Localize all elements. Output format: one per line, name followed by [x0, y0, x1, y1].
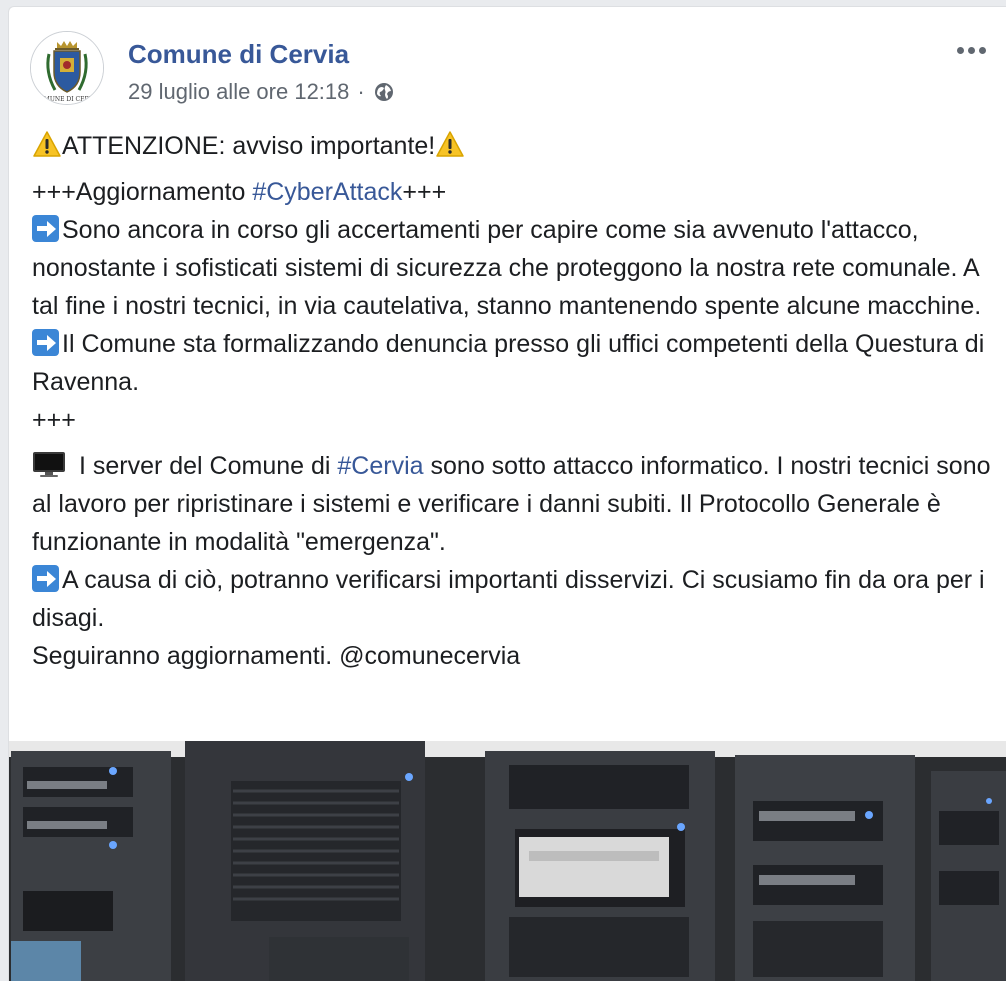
- right-arrow-emoji-icon: [32, 215, 59, 242]
- more-dot: [967, 46, 975, 54]
- hashtag-cervia-link[interactable]: #Cervia: [337, 452, 423, 480]
- right-arrow-emoji-icon: [32, 329, 59, 356]
- title-line: ATTENZIONE: avviso importante!: [32, 127, 992, 165]
- meta-separator: ·: [357, 79, 365, 104]
- paragraph-1: Sono ancora in corso gli accertamenti pe…: [32, 211, 992, 325]
- server-rack-image: [9, 741, 1006, 981]
- post-photo[interactable]: [9, 741, 1006, 981]
- more-dot: [956, 46, 964, 54]
- paragraph-1-text: Sono ancora in corso gli accertamenti pe…: [32, 216, 982, 320]
- avatar[interactable]: COMUNE DI CERVIA: [30, 31, 104, 105]
- right-arrow-emoji-icon: [32, 565, 59, 592]
- hashtag-cyberattack-link[interactable]: #CyberAttack: [252, 178, 402, 206]
- page-name-link[interactable]: Comune di Cervia: [128, 39, 349, 70]
- desktop-computer-emoji-icon: [33, 452, 65, 477]
- post-text: ATTENZIONE: avviso importante! +++Aggior…: [32, 127, 992, 675]
- coat-of-arms-logo: COMUNE DI CERVIA: [31, 32, 103, 104]
- paragraph-2: Il Comune sta formalizzando denuncia pre…: [32, 325, 992, 401]
- end-marker: +++: [32, 406, 76, 434]
- warning-emoji-icon: [33, 131, 61, 157]
- post-card: COMUNE DI CERVIA Comune di Cervia 29 lug…: [8, 6, 1006, 981]
- paragraph-4-text: A causa di ciò, potranno verificarsi imp…: [32, 566, 985, 632]
- warning-emoji-icon: [436, 131, 464, 157]
- globe-icon[interactable]: [373, 81, 395, 103]
- update-suffix: +++: [402, 178, 447, 206]
- paragraph-5: Seguiranno aggiornamenti. @comunecervia: [32, 642, 521, 670]
- post-timestamp[interactable]: 29 luglio alle ore 12:18: [128, 79, 349, 105]
- paragraph-3: I server del Comune di #Cervia sono sott…: [32, 447, 992, 561]
- post-meta: 29 luglio alle ore 12:18 ·: [128, 79, 395, 105]
- post-header: COMUNE DI CERVIA Comune di Cervia 29 lug…: [9, 7, 1006, 117]
- paragraph-2-text: Il Comune sta formalizzando denuncia pre…: [32, 330, 985, 396]
- more-dot: [978, 46, 986, 54]
- avatar-caption: COMUNE DI CERVIA: [34, 96, 100, 103]
- more-options-icon[interactable]: [951, 35, 991, 65]
- update-line: +++Aggiornamento #CyberAttack+++: [32, 173, 992, 211]
- post-title: ATTENZIONE: avviso importante!: [62, 132, 436, 160]
- paragraph-3-prefix: I server del Comune di: [72, 452, 338, 480]
- update-prefix: +++Aggiornamento: [32, 178, 253, 206]
- paragraph-4: A causa di ciò, potranno verificarsi imp…: [32, 561, 992, 637]
